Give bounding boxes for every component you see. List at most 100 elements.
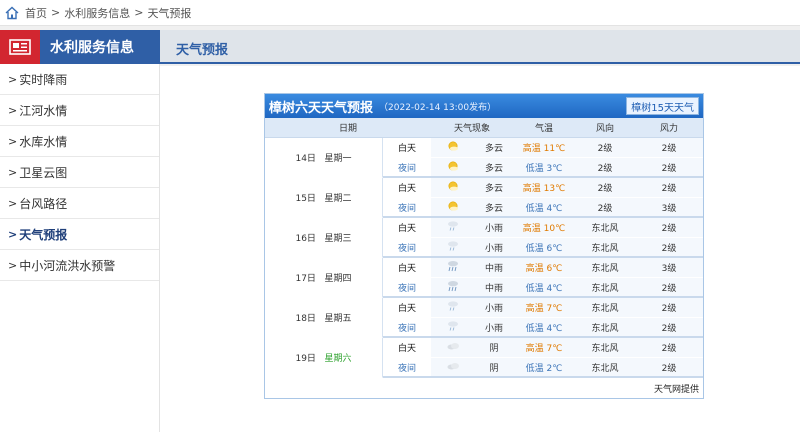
forecast-date-cell: 19日 星期六 (265, 338, 383, 378)
chevron-right-icon: > (8, 227, 18, 241)
sidebar-item-flood-warning[interactable]: > 中小河流洪水预警 (0, 250, 159, 281)
header-temp: 气温 (513, 118, 575, 138)
tab-weather-forecast[interactable]: 天气预报 (176, 39, 228, 58)
day-wind-force: 2级 (635, 338, 703, 358)
night-label: 夜间 (383, 318, 431, 338)
night-wind-dir: 东北风 (575, 358, 635, 378)
day-wind-force: 2级 (635, 178, 703, 198)
low-temp-cell: 低温 2℃ (513, 358, 575, 378)
main-content: 樟树六天天气预报 （2022-02-14 13:00发布） 樟树15天天气 日期… (160, 66, 800, 432)
sidebar-item-realtime-rain[interactable]: > 实时降雨 (0, 64, 159, 95)
sidebar: > 实时降雨 > 江河水情 > 水库水情 > 卫星云图 > 台风路径 > 天气预报 > 中小河… (0, 64, 160, 432)
night-wind-force: 2级 (635, 278, 703, 298)
day-wind-dir: 2级 (575, 138, 635, 158)
breadcrumb-separator: > (134, 6, 144, 19)
low-temp-cell: 低温 6℃ (513, 238, 575, 258)
fifteen-day-button[interactable]: 樟树15天天气 (626, 97, 699, 115)
high-temp-cell: 高温 10℃ (513, 218, 575, 238)
forecast-weekday: 星期二 (324, 194, 352, 204)
chevron-right-icon: > (8, 134, 18, 148)
low-temp: 3℃ (546, 163, 563, 174)
sidebar-item-river-water[interactable]: > 江河水情 (0, 95, 159, 126)
forecast-date-cell: 17日 星期四 (265, 258, 383, 298)
low-temp-cell: 低温 4℃ (513, 278, 575, 298)
chevron-right-icon: > (8, 165, 18, 179)
low-temp-label: 低温 (525, 363, 544, 374)
night-label: 夜间 (383, 358, 431, 378)
day-weather: 小雨 (475, 218, 513, 238)
chevron-right-icon: > (8, 196, 18, 210)
high-temp-cell: 高温 11℃ (513, 138, 575, 158)
sidebar-item-reservoir-water[interactable]: > 水库水情 (0, 126, 159, 157)
day-wind-dir: 东北风 (575, 218, 635, 238)
night-wind-force: 2级 (635, 358, 703, 378)
night-label: 夜间 (383, 238, 431, 258)
forecast-day: 18日 (295, 314, 316, 324)
table-row: 17日 星期四 白天 中雨 高温 6℃ 东北风 3级 (265, 258, 703, 298)
forecast-table: 日期 天气现象 气温 风向 风力 14日 星期一 白天 多云 高温 11℃ 2级 2级 夜间… (265, 118, 703, 378)
overcast-icon (431, 338, 475, 358)
sidebar-item-weather-forecast[interactable]: > 天气预报 (0, 219, 159, 250)
forecast-date-cell: 18日 星期五 (265, 298, 383, 338)
day-weather: 中雨 (475, 258, 513, 278)
forecast-date-cell: 14日 星期一 (265, 138, 383, 178)
sidebar-item-label: 天气预报 (19, 227, 68, 242)
high-temp-label: 高温 (525, 264, 544, 274)
sun-cloud-icon (431, 138, 475, 158)
forecast-date-cell: 16日 星期三 (265, 218, 383, 258)
home-icon[interactable] (5, 6, 19, 20)
night-weather: 小雨 (475, 318, 513, 338)
night-wind-dir: 东北风 (575, 318, 635, 338)
low-temp-cell: 低温 4℃ (513, 318, 575, 338)
sun-cloud-icon (431, 158, 475, 178)
breadcrumb: 首页 > 水利服务信息 > 天气预报 (0, 0, 800, 26)
breadcrumb-separator: > (51, 6, 61, 19)
news-icon (0, 30, 40, 64)
high-temp-label: 高温 (522, 184, 541, 194)
day-label: 白天 (383, 218, 431, 238)
high-temp-cell: 高温 13℃ (513, 178, 575, 198)
day-label: 白天 (383, 138, 431, 158)
breadcrumb-current: 天气预报 (147, 6, 192, 20)
day-weather: 小雨 (475, 298, 513, 318)
day-wind-force: 2级 (635, 218, 703, 238)
day-wind-dir: 2级 (575, 178, 635, 198)
high-temp: 10℃ (543, 224, 566, 234)
night-label: 夜间 (383, 198, 431, 218)
day-weather: 多云 (475, 138, 513, 158)
sidebar-item-typhoon-path[interactable]: > 台风路径 (0, 188, 159, 219)
moderate-rain-icon (431, 258, 475, 278)
sidebar-item-label: 中小河流洪水预警 (19, 258, 116, 273)
sidebar-item-label: 水库水情 (19, 134, 68, 149)
moderate-rain-icon (431, 278, 475, 298)
forecast-published: （2022-02-14 13:00发布） (379, 102, 497, 113)
day-weather: 阴 (475, 338, 513, 358)
sidebar-item-label: 实时降雨 (19, 72, 68, 87)
night-wind-force: 2级 (635, 158, 703, 178)
header-wind-dir: 风向 (575, 118, 635, 138)
forecast-weekday: 星期一 (324, 154, 352, 164)
forecast-weekday: 星期四 (324, 274, 352, 284)
tab-bar: 天气预报 (160, 30, 800, 64)
sidebar-item-satellite-cloud[interactable]: > 卫星云图 (0, 157, 159, 188)
sidebar-item-label: 台风路径 (19, 196, 68, 211)
low-temp-label: 低温 (525, 203, 544, 214)
high-temp: 7℃ (546, 344, 563, 354)
low-temp: 4℃ (546, 283, 563, 294)
night-wind-force: 2级 (635, 318, 703, 338)
night-wind-dir: 东北风 (575, 238, 635, 258)
high-temp-label: 高温 (525, 344, 544, 354)
forecast-weekday: 星期五 (324, 314, 352, 324)
night-wind-force: 2级 (635, 238, 703, 258)
night-weather: 小雨 (475, 238, 513, 258)
breadcrumb-level1[interactable]: 水利服务信息 (64, 5, 130, 21)
low-temp-label: 低温 (525, 323, 544, 334)
table-row: 14日 星期一 白天 多云 高温 11℃ 2级 2级 (265, 138, 703, 178)
sidebar-item-label: 江河水情 (19, 103, 68, 118)
breadcrumb-home[interactable]: 首页 (25, 5, 47, 21)
night-label: 夜间 (383, 278, 431, 298)
forecast-day: 19日 (295, 354, 316, 364)
forecast-day: 16日 (295, 234, 316, 244)
low-temp: 6℃ (546, 243, 563, 254)
high-temp-cell: 高温 7℃ (513, 338, 575, 358)
